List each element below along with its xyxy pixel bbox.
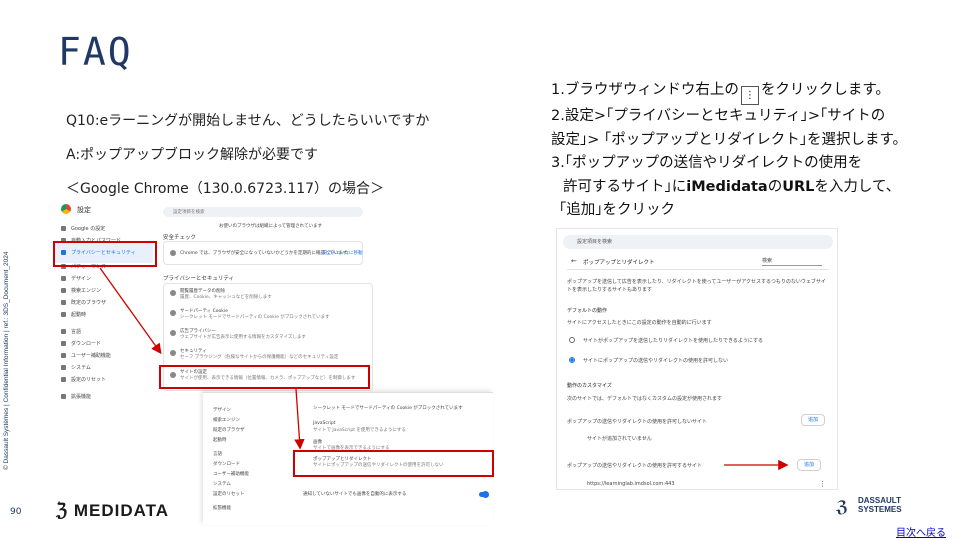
allowed-url: https://learninglab.imdsol.com:443 <box>587 481 675 487</box>
page-number: 90 <box>10 507 22 517</box>
instruction-steps: 1.ブラウザウィンドウ右上の ⋮ をクリックします。 2.設定>｢プライバシーとセキ… <box>551 79 951 223</box>
nav-default-browser[interactable]: 既定のブラウザ <box>61 299 106 306</box>
dassault-mark-icon: ℨ <box>836 497 849 516</box>
step-2-line-1: 2.設定>｢プライバシーとセキュリティ｣>｢サイトの <box>551 108 886 124</box>
step-2-line-2: 設定｣> ｢ポップアップとリダイレクト｣を選択します。 <box>551 131 908 148</box>
nav-search-engine[interactable]: 検索エンジン <box>61 287 101 294</box>
nav-downloads[interactable]: ダウンロード <box>61 340 101 347</box>
back-arrow-icon[interactable]: ← <box>571 257 577 265</box>
browser-note: ＜Google Chrome（130.0.6723.117）の場合＞ <box>66 181 385 197</box>
settings-header: 設定 <box>77 206 91 214</box>
ds-mark-icon: ℨ <box>56 500 69 520</box>
safety-check-card: Chrome では、ブラウザが安全になっていないかどうかを定期的に確認しています… <box>163 241 363 265</box>
browser-icon <box>61 300 66 305</box>
search-icon <box>61 288 66 293</box>
safety-check-button[interactable]: 安全チェックに移動 <box>322 250 363 256</box>
lock-icon <box>170 350 176 356</box>
google-icon <box>61 226 66 231</box>
popups-header: ポップアップとリダイレクト <box>583 260 655 266</box>
accessibility-icon <box>61 353 66 358</box>
nav-startup[interactable]: 起動時 <box>61 311 86 318</box>
radio-block[interactable] <box>569 357 575 363</box>
safety-check-heading: 安全チェック <box>163 235 197 241</box>
medidata-logo: ℨ MEDIDATA <box>56 500 170 520</box>
page-title: FAQ <box>58 30 133 74</box>
answer-text: A:ポップアップブロック解除が必要です <box>66 147 319 163</box>
safety-icon <box>170 250 176 256</box>
puzzle-icon <box>61 394 66 399</box>
download-icon <box>61 341 66 346</box>
nav-languages[interactable]: 言語 <box>61 328 81 335</box>
highlight-site-settings <box>159 365 370 389</box>
step-3-line-3: ｢追加｣をクリック <box>559 202 675 218</box>
nav-extensions[interactable]: 拡張機能 <box>61 393 91 400</box>
cookie-icon <box>170 310 176 316</box>
nav-google[interactable]: Google の設定 <box>61 225 105 232</box>
nav-accessibility[interactable]: ユーザー補助機能 <box>61 352 111 359</box>
more-icon[interactable]: ⋮ <box>819 480 826 488</box>
dassault-logo: DASSAULT SYSTEMES <box>858 496 902 514</box>
nav-appearance[interactable]: デザイン <box>61 275 91 282</box>
step-3-line-2: 許可するサイト｣にiMedidataのURLを入力して、 <box>563 178 901 195</box>
step-1: 1.ブラウザウィンドウ右上の ⋮ をクリックします。 <box>551 79 951 105</box>
highlight-popups-row <box>293 450 494 477</box>
add-block-button[interactable]: 追加 <box>801 414 825 426</box>
add-allow-button[interactable]: 追加 <box>797 459 821 471</box>
reset-icon <box>61 377 66 382</box>
kebab-menu-icon: ⋮ <box>740 86 759 105</box>
radio-allow[interactable] <box>569 337 575 343</box>
nav-system[interactable]: システム <box>61 364 91 371</box>
question-text: Q10:eラーニングが開始しません、どうしたらいいですか <box>66 113 430 129</box>
divider <box>567 269 829 270</box>
auto-image-toggle[interactable] <box>479 491 489 498</box>
overlay-row-javascript[interactable]: JavaScript <box>313 421 336 426</box>
palette-icon <box>61 276 66 281</box>
ad-icon <box>170 330 176 336</box>
popups-search-input[interactable]: 検索 <box>762 257 822 266</box>
privacy-heading: プライバシーとセキュリティ <box>163 276 235 282</box>
popups-settings-screenshot: 設定項目を検索 ← ポップアップとリダイレクト 検索 ポップアップを送信して広告… <box>556 228 838 490</box>
power-icon <box>61 312 66 317</box>
side-copyright: © Dassault Systèmes | Confidential Infor… <box>3 251 10 470</box>
highlight-privacy-nav <box>53 241 157 267</box>
chrome-logo-icon <box>61 204 71 214</box>
nav-reset[interactable]: 設定のリセット <box>61 376 106 383</box>
step-3-line-1: 3.｢ポップアップの送信やリダイレクトの使用を <box>551 155 863 171</box>
managed-notice: お使いのブラウザは組織によって管理されています <box>219 224 323 229</box>
back-to-toc-link[interactable]: 目次へ戻る <box>896 524 946 539</box>
language-icon <box>61 329 66 334</box>
wrench-icon <box>61 365 66 370</box>
trash-icon <box>170 290 176 296</box>
